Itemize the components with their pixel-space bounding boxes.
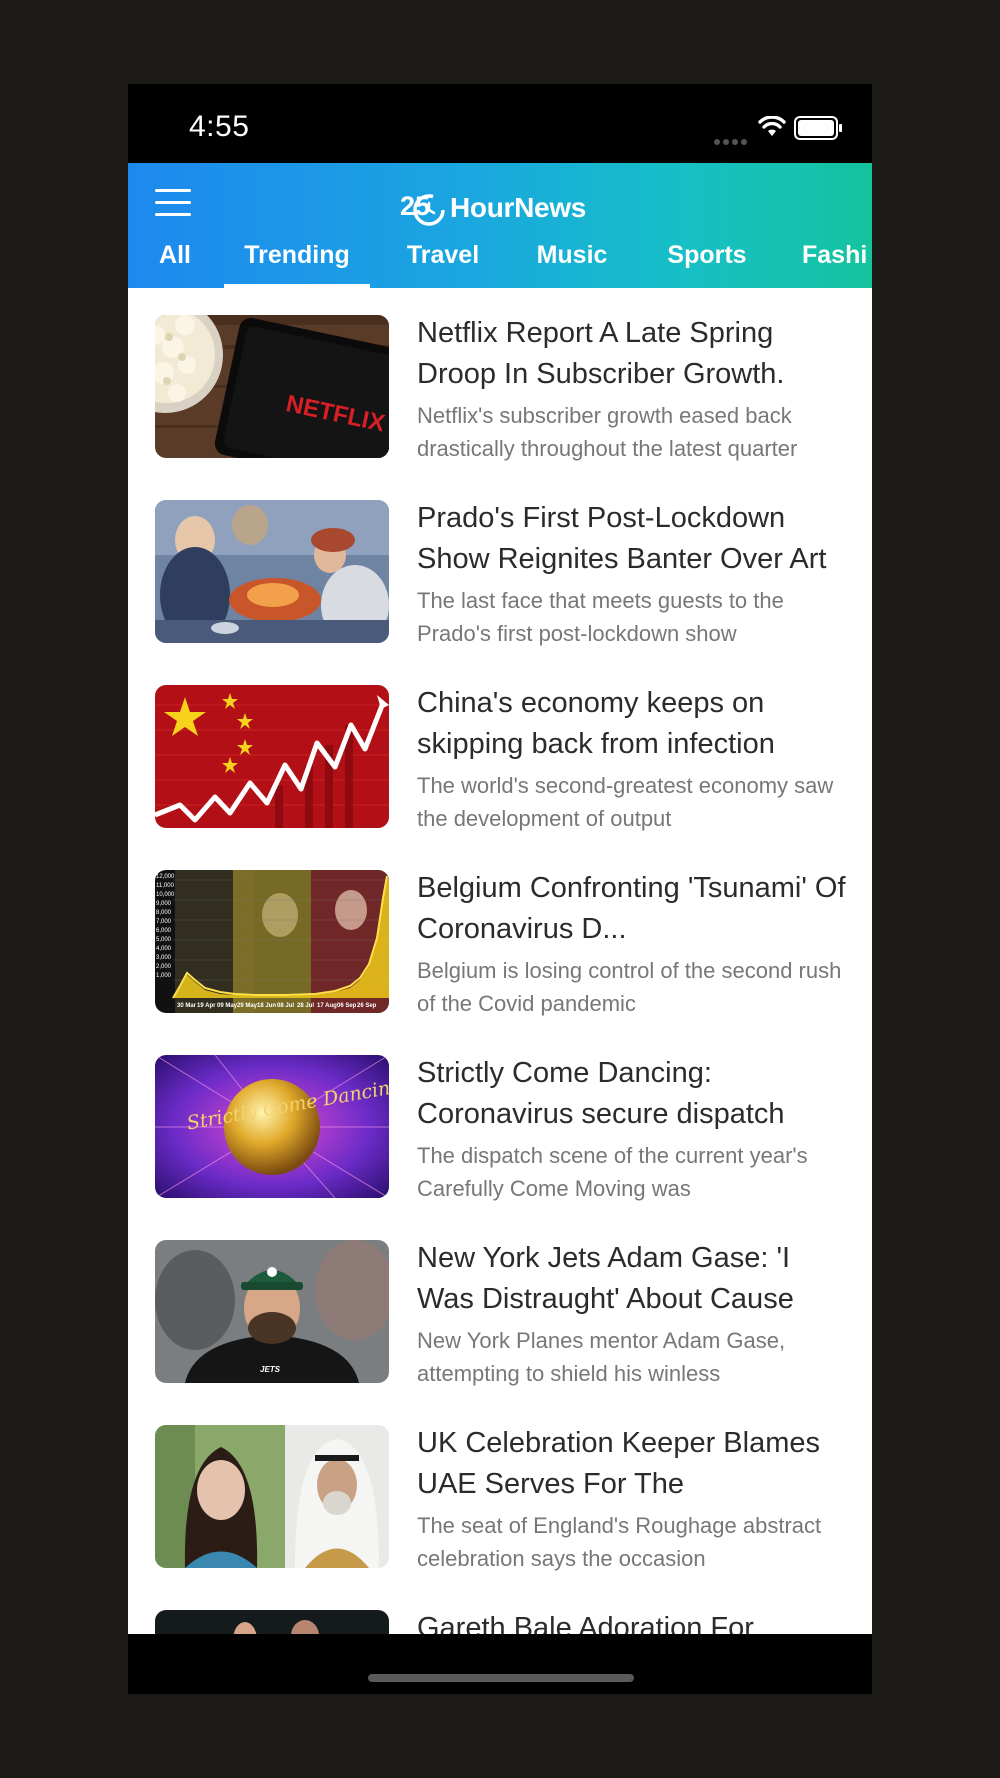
home-indicator-area [128, 1634, 872, 1694]
jets-coach-image: JETS [155, 1240, 389, 1383]
article-thumbnail: JETS [155, 1240, 389, 1383]
article-title: China's economy keeps on skipping back f… [417, 687, 775, 760]
chart-x-tick: 19 Apr [197, 1003, 216, 1009]
chart-y-tick: 9,000 [156, 901, 172, 907]
article-description: Belgium is losing control of the second … [417, 958, 842, 1016]
article-title: New York Jets Adam Gase: 'I Was Distraug… [417, 1242, 794, 1315]
netflix-tablet-image: NETFLIX [155, 315, 389, 458]
chart-y-tick: 5,000 [156, 937, 172, 943]
chart-y-tick: 11,000 [156, 883, 175, 889]
tab-music[interactable]: Music [532, 241, 612, 288]
two-people-image [155, 1425, 389, 1568]
tab-fashion[interactable]: Fashi [802, 241, 872, 288]
chart-x-tick: 06 Sep [337, 1003, 357, 1009]
battery-icon [794, 116, 842, 140]
china-flag-chart-image [155, 685, 389, 828]
wifi-icon [758, 116, 786, 136]
app-header: 25 HourNews All Trending Travel Music Sp… [128, 163, 872, 288]
chart-x-tick: 17 Aug [317, 1003, 337, 1009]
chart-x-tick: 09 May [217, 1003, 238, 1009]
article-title: UK Celebration Keeper Blames UAE Serves … [417, 1427, 820, 1500]
article-title: Gareth Bale Adoration For [417, 1612, 754, 1634]
status-bar: 4:55 [128, 84, 872, 163]
hamburger-menu-icon[interactable] [155, 189, 191, 217]
article-thumbnail: 12,000 11,000 10,000 9,000 8,000 7,000 6… [155, 870, 389, 1013]
strictly-logo-image: Strictly Come Dancing [155, 1055, 389, 1198]
article-description: Netflix's subscriber growth eased back d… [417, 403, 798, 461]
category-tabs: All Trending Travel Music Sports Fashi [128, 241, 872, 288]
chart-x-tick: 26 Sep [357, 1003, 377, 1009]
painting-image [155, 500, 389, 643]
article-description: The last face that meets guests to the P… [417, 588, 784, 646]
chart-y-tick: 8,000 [156, 910, 172, 916]
chart-x-tick: 08 Jul [277, 1003, 294, 1009]
article-description: The seat of England's Roughage abstract … [417, 1513, 822, 1571]
article-title: Netflix Report A Late Spring Droop In Su… [417, 317, 785, 390]
article-item[interactable]: Gareth Bale Adoration For [128, 1583, 872, 1634]
clock-logo-icon: 25 [400, 191, 445, 226]
chart-x-tick: 18 Jun [257, 1003, 276, 1009]
tab-sports[interactable]: Sports [663, 241, 751, 288]
article-item[interactable]: 12,000 11,000 10,000 9,000 8,000 7,000 6… [128, 843, 872, 1028]
article-thumbnail [155, 1425, 389, 1568]
home-indicator[interactable] [368, 1674, 634, 1682]
chart-y-tick: 1,000 [156, 973, 172, 979]
chart-y-tick: 6,000 [156, 928, 172, 934]
article-item[interactable]: JETS New York Jets Adam Gase: 'I Was Dis… [128, 1213, 872, 1398]
tab-trending[interactable]: Trending [224, 241, 370, 288]
article-item[interactable]: UK Celebration Keeper Blames UAE Serves … [128, 1398, 872, 1583]
chart-x-tick: 30 Mar [177, 1003, 197, 1009]
article-description: The dispatch scene of the current year's… [417, 1143, 808, 1201]
chart-y-tick: 10,000 [156, 892, 175, 898]
article-thumbnail: Strictly Come Dancing [155, 1055, 389, 1198]
tab-all[interactable]: All [155, 241, 195, 288]
tab-travel[interactable]: Travel [403, 241, 483, 288]
belgium-chart-image: 12,000 11,000 10,000 9,000 8,000 7,000 6… [155, 870, 389, 1013]
article-description: The world's second-greatest economy saw … [417, 773, 834, 831]
jets-shirt-logo: JETS [260, 1365, 281, 1374]
dark-photo-image [155, 1610, 389, 1634]
article-thumbnail [155, 500, 389, 643]
logo-number: 25 [400, 191, 430, 221]
article-list: NETFLIX Netflix Report A Late Spring Dro… [128, 288, 872, 1634]
logo-text: HourNews [450, 192, 587, 223]
status-time: 4:55 [189, 110, 250, 143]
article-item[interactable]: NETFLIX Netflix Report A Late Spring Dro… [128, 288, 872, 473]
chart-x-tick: 28 Jul [297, 1003, 314, 1009]
article-thumbnail: NETFLIX [155, 315, 389, 458]
phone-screen: 4:55 25 HourNews All Trending Travel Mus… [128, 84, 872, 1694]
article-title: Strictly Come Dancing: Coronavirus secur… [417, 1057, 785, 1130]
article-item[interactable]: Prado's First Post-Lockdown Show Reignit… [128, 473, 872, 658]
article-thumbnail [155, 1610, 389, 1634]
chart-y-tick: 2,000 [156, 964, 172, 970]
chart-y-tick: 3,000 [156, 955, 172, 961]
article-thumbnail [155, 685, 389, 828]
chart-x-tick: 29 May [237, 1003, 258, 1009]
article-item[interactable]: Strictly Come Dancing Strictly Come Danc… [128, 1028, 872, 1213]
chart-y-tick: 7,000 [156, 919, 172, 925]
article-item[interactable]: China's economy keeps on skipping back f… [128, 658, 872, 843]
article-title: Belgium Confronting 'Tsunami' Of Coronav… [417, 872, 846, 945]
chart-y-tick: 4,000 [156, 946, 172, 952]
chart-y-tick: 12,000 [156, 874, 175, 880]
cellular-signal-icon [714, 132, 750, 150]
article-description: New York Planes mentor Adam Gase, attemp… [417, 1328, 786, 1386]
article-title: Prado's First Post-Lockdown Show Reignit… [417, 502, 827, 575]
